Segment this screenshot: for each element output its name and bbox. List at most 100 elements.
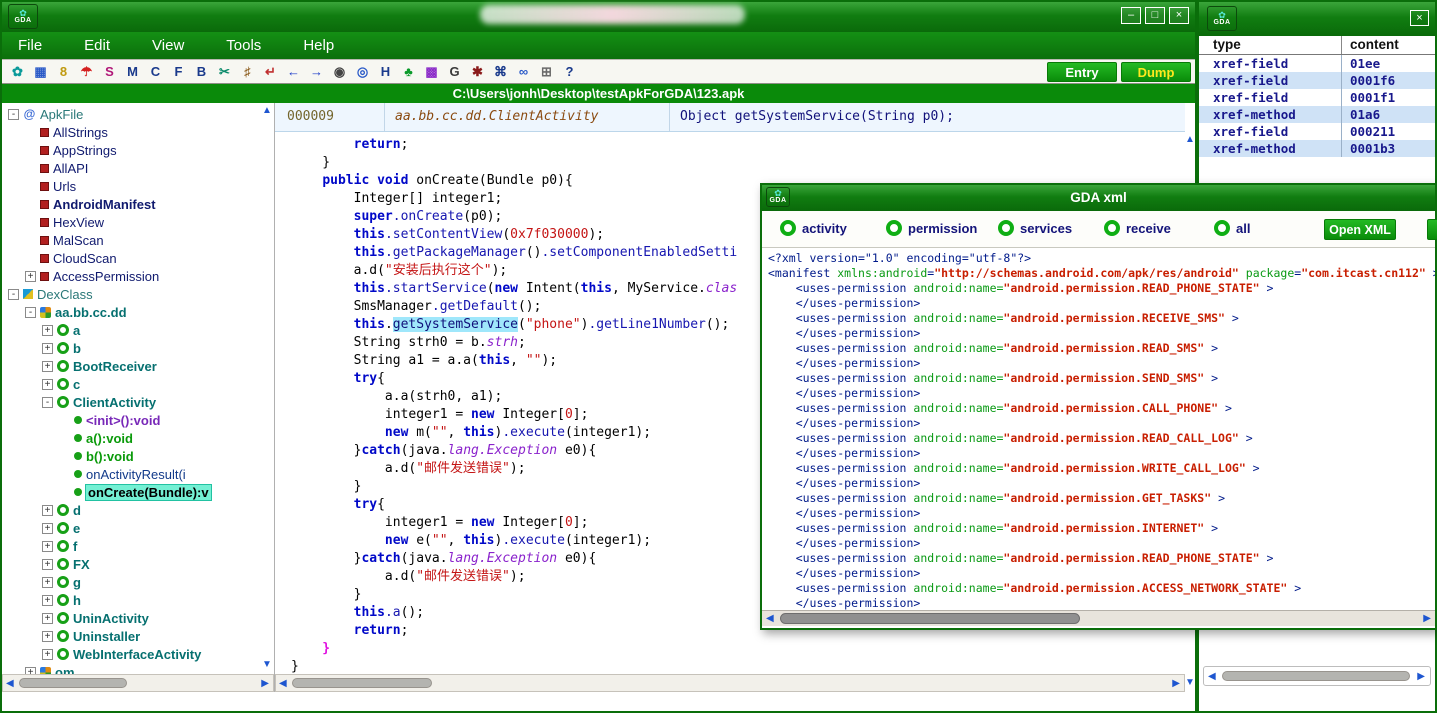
xml-titlebar[interactable]: GDA xml ✿ GDA: [762, 185, 1435, 211]
tree-scroll-down-icon[interactable]: ▼: [262, 660, 272, 670]
forward-icon[interactable]: →: [305, 61, 328, 82]
xml-hscroll[interactable]: ◀ ▶: [762, 610, 1435, 626]
tree-item[interactable]: +b: [2, 339, 260, 357]
radio-services[interactable]: services: [998, 220, 1072, 236]
bytecode-icon[interactable]: B: [190, 61, 213, 82]
tree-expander[interactable]: +: [42, 631, 53, 642]
tree-item[interactable]: +c: [2, 375, 260, 393]
camera-icon[interactable]: ◉: [328, 61, 351, 82]
tree-expander[interactable]: +: [25, 271, 36, 282]
xml-hscroll-thumb[interactable]: [780, 613, 1080, 624]
minimize-button[interactable]: –: [1121, 7, 1141, 24]
menu-view[interactable]: View: [152, 37, 184, 54]
tree-scroll-right-icon[interactable]: ▶: [261, 679, 269, 689]
tree-expander[interactable]: +: [42, 613, 53, 624]
link-icon[interactable]: 8: [52, 61, 75, 82]
bug-icon[interactable]: ✱: [466, 61, 489, 82]
strings-icon[interactable]: S: [98, 61, 121, 82]
tree-expander[interactable]: +: [42, 361, 53, 372]
tree-item[interactable]: AppStrings: [2, 141, 260, 159]
entry-button[interactable]: Entry: [1047, 62, 1117, 82]
main-titlebar[interactable]: ✿ GDA – □ ×: [2, 2, 1195, 32]
tree-expander[interactable]: +: [42, 595, 53, 606]
code-scroll-down-icon[interactable]: ▼: [1185, 678, 1195, 688]
tree-item[interactable]: +f: [2, 537, 260, 555]
tree-item[interactable]: +WebInterfaceActivity: [2, 645, 260, 663]
butterfly-logo-icon[interactable]: ✿: [6, 61, 29, 82]
radio-all[interactable]: all: [1214, 220, 1250, 236]
class-icon[interactable]: C: [144, 61, 167, 82]
tree-item[interactable]: -@ApkFile: [2, 105, 260, 123]
infinity-icon[interactable]: ∞: [512, 61, 535, 82]
tree-hscroll[interactable]: ◀ ▶: [2, 674, 274, 692]
tree-item[interactable]: +UninActivity: [2, 609, 260, 627]
save-icon[interactable]: ▦: [29, 61, 52, 82]
radio-permission[interactable]: permission: [886, 220, 977, 236]
xref-row[interactable]: xref-field01ee: [1199, 55, 1435, 72]
radio-receive[interactable]: receive: [1104, 220, 1171, 236]
tree-expander[interactable]: -: [25, 307, 36, 318]
tree-item[interactable]: -ClientActivity: [2, 393, 260, 411]
tree-item[interactable]: CloudScan: [2, 249, 260, 267]
code-hscroll[interactable]: ◀ ▶: [275, 674, 1185, 692]
tree-expander[interactable]: -: [8, 289, 19, 300]
xref-row[interactable]: xref-method0001b3: [1199, 140, 1435, 157]
tree-item[interactable]: onCreate(Bundle):v: [2, 483, 260, 501]
dump-button[interactable]: Dump: [1121, 62, 1191, 82]
xml-scroll-left-icon[interactable]: ◀: [766, 614, 774, 624]
code-scroll-right-icon[interactable]: ▶: [1172, 679, 1180, 689]
tree-expander[interactable]: +: [42, 649, 53, 660]
tree-item[interactable]: a():void: [2, 429, 260, 447]
blocks-icon[interactable]: ▩: [420, 61, 443, 82]
goto-icon[interactable]: ↵: [259, 61, 282, 82]
tree-item[interactable]: AllAPI: [2, 159, 260, 177]
method-icon[interactable]: M: [121, 61, 144, 82]
tree-item[interactable]: AndroidManifest: [2, 195, 260, 213]
tree-scroll-up-icon[interactable]: ▲: [262, 106, 272, 116]
tree-item[interactable]: +FX: [2, 555, 260, 573]
close-button[interactable]: ×: [1169, 7, 1189, 24]
manifest-xml-view[interactable]: <?xml version="1.0" encoding="utf-8"?><m…: [762, 248, 1435, 610]
menu-tools[interactable]: Tools: [226, 37, 261, 54]
back-icon[interactable]: ←: [282, 61, 305, 82]
xref-hscroll-thumb[interactable]: [1222, 671, 1410, 681]
grid-hash-icon[interactable]: ♯: [236, 61, 259, 82]
tree-expander[interactable]: +: [25, 667, 36, 675]
menu-help[interactable]: Help: [303, 37, 334, 54]
xref-row[interactable]: xref-field0001f1: [1199, 89, 1435, 106]
code-scroll-up-icon[interactable]: ▲: [1185, 135, 1195, 145]
tree-expander[interactable]: +: [42, 505, 53, 516]
xref-hscroll[interactable]: ◀ ▶: [1203, 666, 1431, 686]
tree-expander[interactable]: +: [42, 577, 53, 588]
tree-item[interactable]: +om: [2, 663, 260, 674]
gif-icon[interactable]: G: [443, 61, 466, 82]
code-hscroll-thumb[interactable]: [292, 678, 432, 688]
tree-hscroll-thumb[interactable]: [19, 678, 127, 688]
tree-item[interactable]: MalScan: [2, 231, 260, 249]
menu-edit[interactable]: Edit: [84, 37, 110, 54]
tools-icon[interactable]: ✂: [213, 61, 236, 82]
class-tree-pane[interactable]: -@ApkFileAllStringsAppStringsAllAPIUrlsA…: [2, 103, 260, 674]
tree-expander[interactable]: -: [42, 397, 53, 408]
tree-item[interactable]: -aa.bb.cc.dd: [2, 303, 260, 321]
xref-titlebar[interactable]: ✿ GDA ×: [1199, 2, 1435, 36]
xref-scroll-right-icon[interactable]: ▶: [1417, 672, 1425, 682]
tree-item[interactable]: b():void: [2, 447, 260, 465]
partial-button[interactable]: [1427, 219, 1437, 240]
tree-expander[interactable]: +: [42, 325, 53, 336]
xref-close-button[interactable]: ×: [1410, 10, 1429, 26]
tree-expander[interactable]: +: [42, 559, 53, 570]
tree-expander[interactable]: +: [42, 541, 53, 552]
tree-expander[interactable]: +: [42, 523, 53, 534]
xref-scroll-left-icon[interactable]: ◀: [1208, 672, 1216, 682]
xref-row[interactable]: xref-field0001f6: [1199, 72, 1435, 89]
tree-item[interactable]: HexView: [2, 213, 260, 231]
umbrella-icon[interactable]: ☂: [75, 61, 98, 82]
xref-row[interactable]: xref-method01a6: [1199, 106, 1435, 123]
tree-item[interactable]: +Uninstaller: [2, 627, 260, 645]
tree-scroll-left-icon[interactable]: ◀: [6, 679, 14, 689]
open-xml-button[interactable]: Open XML: [1324, 219, 1396, 240]
tree-item[interactable]: AllStrings: [2, 123, 260, 141]
api-tree-icon[interactable]: ♣: [397, 61, 420, 82]
tree-expander[interactable]: -: [8, 109, 19, 120]
